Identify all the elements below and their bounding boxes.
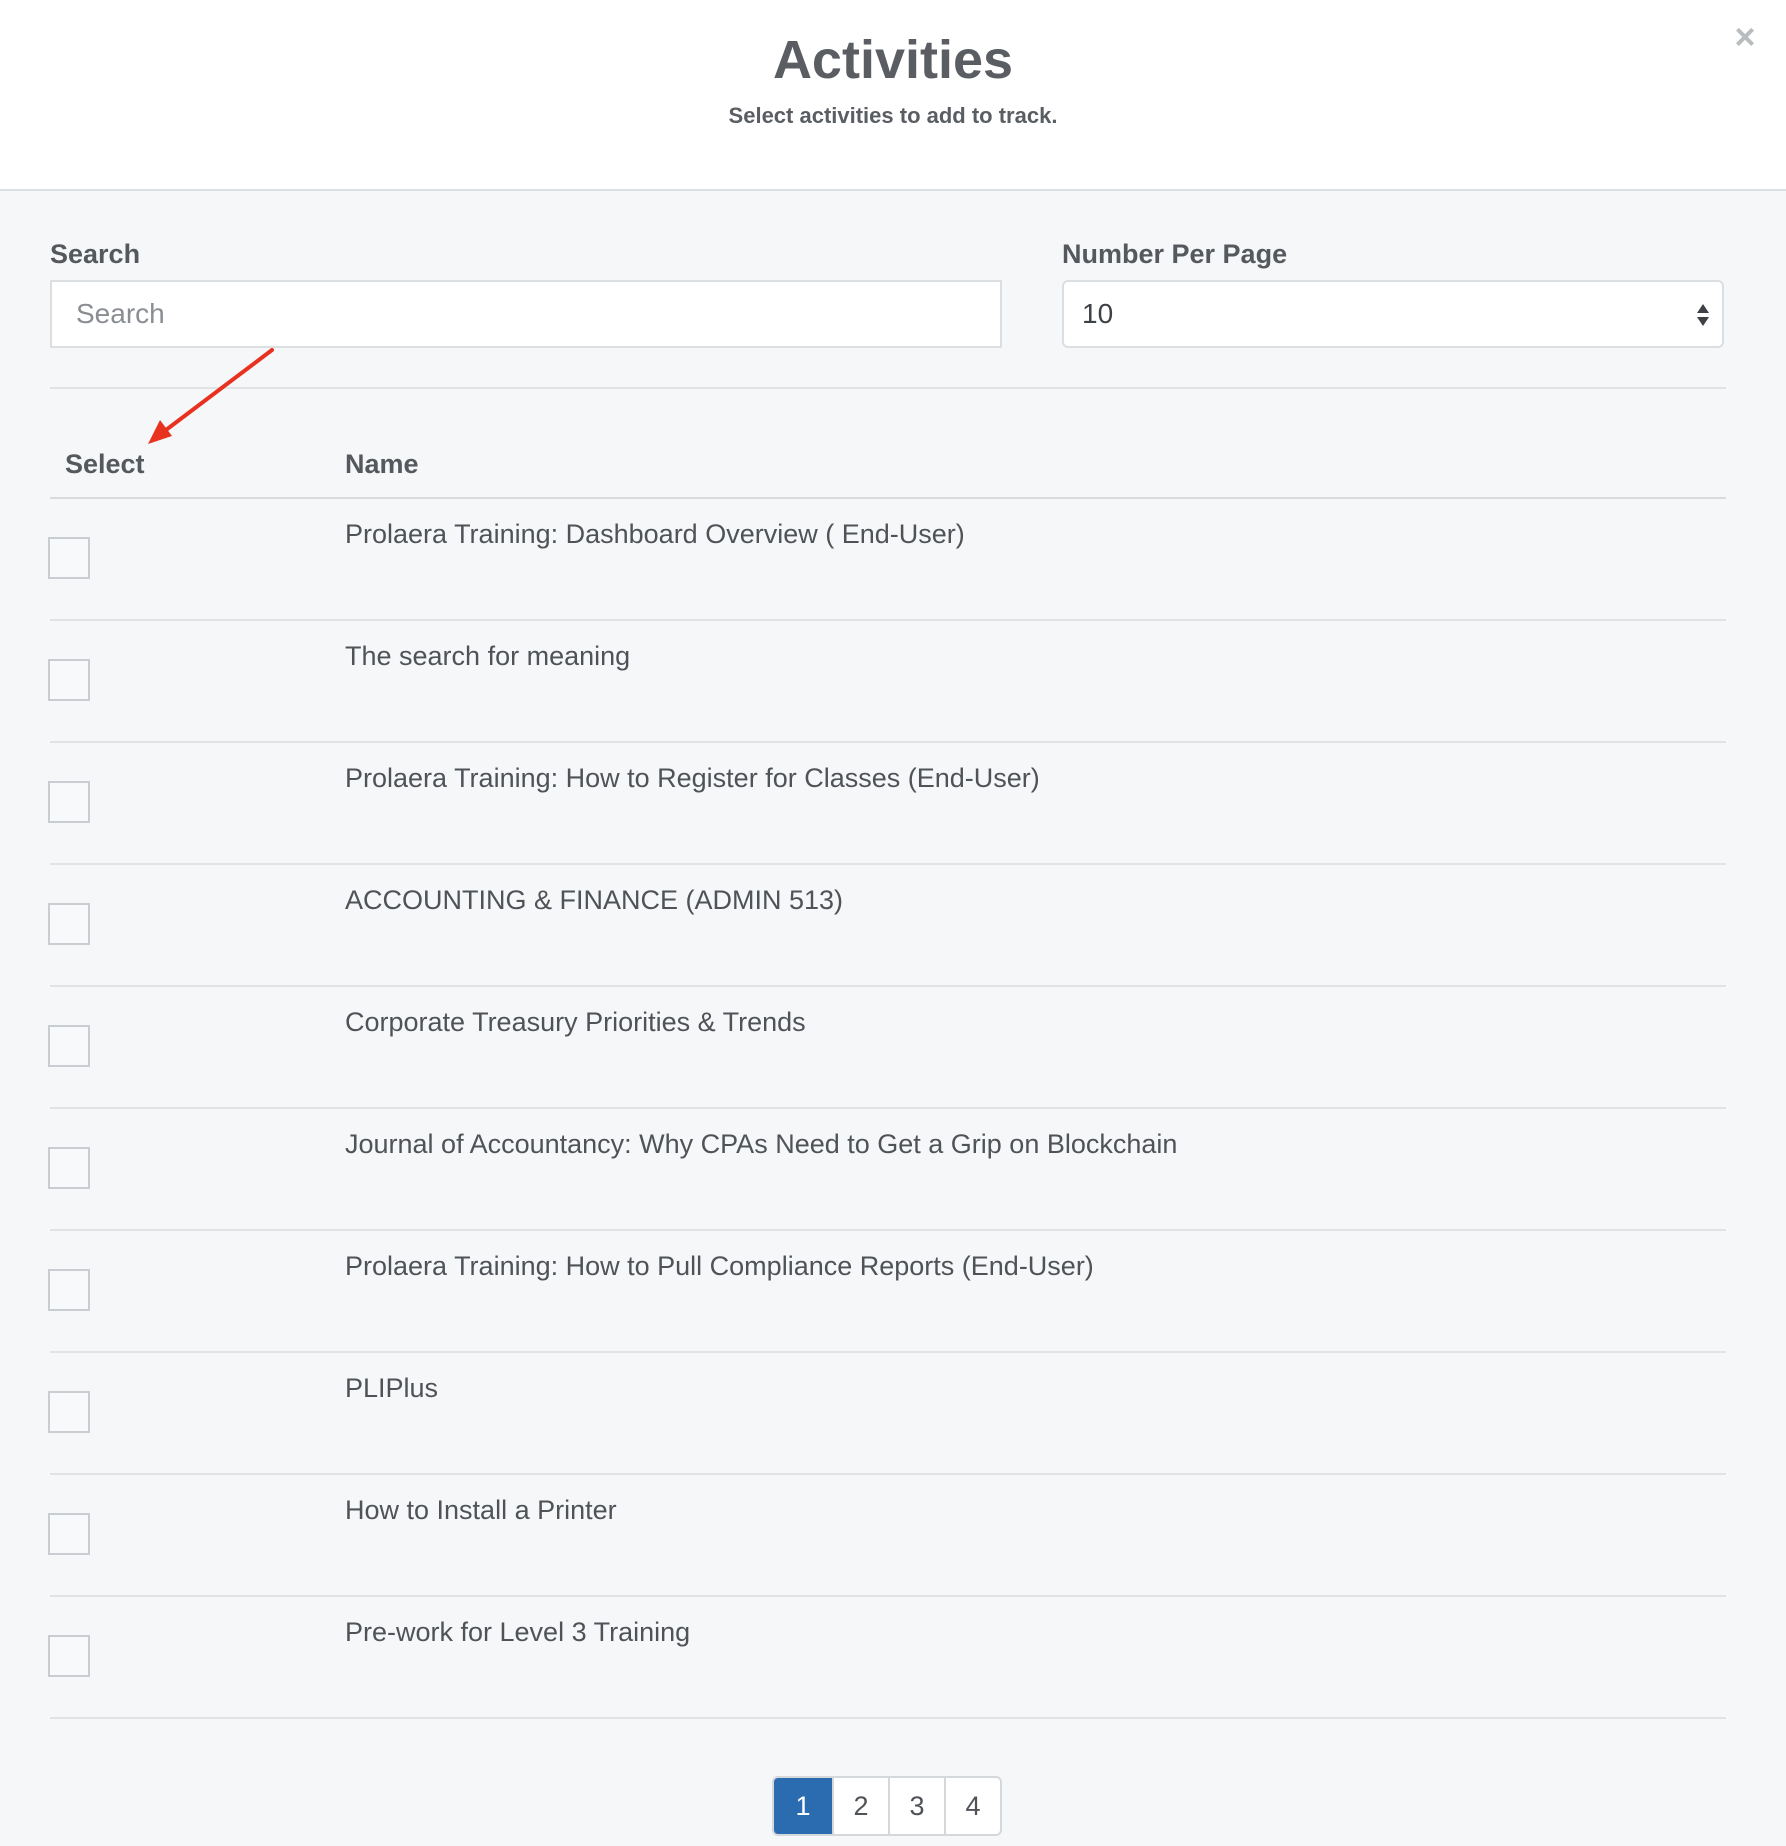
row-checkbox[interactable] — [48, 903, 90, 945]
sort-arrows-icon — [1697, 304, 1709, 326]
activity-name: Prolaera Training: Dashboard Overview ( … — [345, 519, 965, 549]
table-row: Corporate Treasury Priorities & Trends — [48, 987, 1726, 1109]
table-row: Prolaera Training: How to Pull Complianc… — [48, 1231, 1726, 1353]
row-checkbox[interactable] — [48, 1513, 90, 1555]
column-header-select: Select — [65, 449, 145, 479]
per-page-label: Number Per Page — [1062, 239, 1288, 269]
search-input[interactable] — [50, 280, 1002, 348]
search-label: Search — [50, 239, 141, 269]
activity-name: The search for meaning — [345, 641, 631, 671]
row-checkbox[interactable] — [48, 659, 90, 701]
column-header-name: Name — [345, 449, 419, 479]
table-row: Journal of Accountancy: Why CPAs Need to… — [48, 1109, 1726, 1231]
table-row: Prolaera Training: How to Register for C… — [48, 743, 1726, 865]
per-page-select[interactable]: 10 — [1062, 280, 1724, 348]
modal-subtitle: Select activities to add to track. — [728, 103, 1058, 128]
row-checkbox[interactable] — [48, 1635, 90, 1677]
table-row: PLIPlus — [48, 1353, 1726, 1475]
row-checkbox[interactable] — [48, 1391, 90, 1433]
table-row: How to Install a Printer — [48, 1475, 1726, 1597]
activity-name: Journal of Accountancy: Why CPAs Need to… — [345, 1129, 1178, 1159]
table-row: Pre-work for Level 3 Training — [48, 1597, 1726, 1719]
activity-name: Prolaera Training: How to Register for C… — [345, 763, 1040, 793]
per-page-value: 10 — [1082, 298, 1114, 329]
arrow-annotation — [148, 348, 274, 444]
modal-title: Activities — [772, 30, 1014, 90]
activity-name: PLIPlus — [345, 1373, 439, 1403]
page-4-button[interactable]: 4 — [944, 1778, 1000, 1834]
table-row: ACCOUNTING & FINANCE (ADMIN 513) — [48, 865, 1726, 987]
row-checkbox[interactable] — [48, 1269, 90, 1311]
activity-name: Corporate Treasury Priorities & Trends — [345, 1007, 806, 1037]
activities-modal: Activities Select activities to add to t… — [0, 0, 1786, 1846]
row-checkbox[interactable] — [48, 537, 90, 579]
section-divider — [50, 387, 1726, 389]
page-1-button[interactable]: 1 — [774, 1778, 832, 1834]
pagination: 1 2 3 4 — [772, 1776, 1002, 1836]
row-checkbox[interactable] — [48, 1147, 90, 1189]
table-row: Prolaera Training: Dashboard Overview ( … — [48, 499, 1726, 621]
row-checkbox[interactable] — [48, 781, 90, 823]
table-row: The search for meaning — [48, 621, 1726, 743]
close-icon: × — [1734, 16, 1756, 57]
activity-name: Prolaera Training: How to Pull Complianc… — [345, 1251, 1094, 1281]
close-button[interactable]: × — [1728, 19, 1762, 55]
activity-name: Pre-work for Level 3 Training — [345, 1617, 691, 1647]
row-checkbox[interactable] — [48, 1025, 90, 1067]
page-2-button[interactable]: 2 — [832, 1778, 888, 1834]
modal-header: Activities Select activities to add to t… — [0, 0, 1786, 191]
page-3-button[interactable]: 3 — [888, 1778, 944, 1834]
activity-name: How to Install a Printer — [345, 1495, 617, 1525]
activity-name: ACCOUNTING & FINANCE (ADMIN 513) — [345, 885, 844, 915]
